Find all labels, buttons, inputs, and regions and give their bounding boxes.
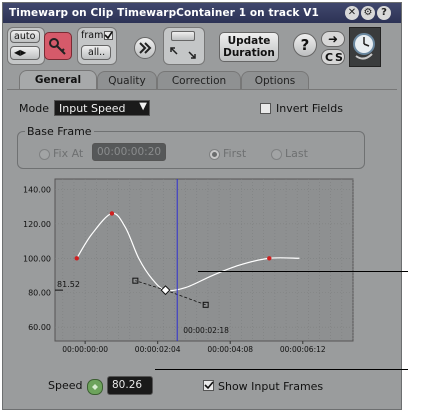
current-time-label: 00:00:02:18 <box>183 326 229 335</box>
step-forward-button[interactable] <box>134 37 156 59</box>
help-window-icon[interactable]: ? <box>377 6 391 20</box>
speed-field[interactable]: 80.26 <box>107 376 153 395</box>
update-label: Update <box>227 35 271 47</box>
x-tick-label: 00:00:06:12 <box>280 345 326 354</box>
tab-correction-label: Correction <box>171 75 227 87</box>
frame-panel: frame all.. <box>77 27 117 65</box>
set-keyframe-button[interactable] <box>44 32 72 60</box>
frame-checkbox[interactable] <box>104 31 113 40</box>
c-s-label: S <box>335 51 343 64</box>
view-panel <box>163 27 205 65</box>
tab-quality[interactable]: Quality <box>97 71 157 89</box>
x-tick-label: 00:00:00:00 <box>62 345 108 354</box>
tab-options-label: Options <box>254 75 296 87</box>
tab-options[interactable]: Options <box>241 71 309 89</box>
duration-label: Duration <box>223 47 275 59</box>
close-window-icon[interactable]: ✕ <box>345 6 359 20</box>
fast-forward-icon <box>139 42 152 54</box>
base-frame-label: Base Frame <box>25 125 94 138</box>
invert-fields-checkbox[interactable] <box>260 103 271 114</box>
prev-next-keyframe-button[interactable]: ◀▶ <box>10 46 40 60</box>
x-tick-label: 00:00:02:04 <box>135 345 181 354</box>
exit-arrow-icon: ➜ <box>328 32 339 46</box>
timewarp-clock-logo <box>349 27 381 67</box>
keyframe-indicator-icon <box>92 384 98 390</box>
auto-panel: auto ◀▶ <box>7 27 45 65</box>
tab-general-label: General <box>34 74 82 86</box>
y-tick-label: 60.00 <box>28 323 51 332</box>
exit-button[interactable]: ➜ <box>321 31 345 47</box>
y-tick-label: 120.00 <box>23 220 51 229</box>
auto-label: auto <box>14 31 36 42</box>
tab-divider <box>7 89 397 90</box>
mode-select[interactable]: Input Speed ▼ <box>54 100 150 116</box>
keyframe-arrows-icon: ◀▶ <box>14 48 27 57</box>
check-icon <box>104 31 113 40</box>
c-s-button[interactable]: C S <box>321 49 345 65</box>
first-radio[interactable] <box>209 149 220 160</box>
update-duration-button[interactable]: Update Duration <box>219 32 279 62</box>
invert-fields-label: Invert Fields <box>276 102 343 115</box>
all-button[interactable]: all.. <box>81 45 111 60</box>
keyframe-point <box>267 256 272 261</box>
timewarp-curve-graph[interactable]: 140.00 120.00 100.00 80.00 60.00 00:00:00:00 0… <box>13 175 357 355</box>
fix-at-timecode-field[interactable]: 00:00:00:20 <box>92 143 166 161</box>
first-label: First <box>223 147 247 160</box>
keyframe-point <box>109 211 115 216</box>
last-radio[interactable] <box>271 149 282 160</box>
speed-keyframe-toggle[interactable] <box>87 379 103 395</box>
check-icon <box>204 381 214 390</box>
clock-icon <box>353 33 375 60</box>
fix-at-timecode-value: 00:00:00:20 <box>97 146 162 158</box>
settings-icon[interactable]: ⚙ <box>361 6 375 20</box>
title-bar[interactable]: Timewarp on Clip TimewarpContainer 1 on … <box>3 3 401 23</box>
key-icon <box>49 38 66 55</box>
mode-select-value: Input Speed <box>59 102 126 115</box>
show-input-frames-checkbox[interactable] <box>203 380 214 391</box>
fix-at-label: Fix At <box>53 147 84 160</box>
x-tick-label: 00:00:04:08 <box>207 345 253 354</box>
callout-line-speed <box>155 369 408 370</box>
tab-general[interactable]: General <box>19 70 97 90</box>
tab-correction[interactable]: Correction <box>157 71 241 89</box>
tab-quality-label: Quality <box>108 75 146 87</box>
chevron-down-icon: ▼ <box>139 101 147 112</box>
frame-view-button[interactable] <box>171 31 195 41</box>
y-tick-label: 140.00 <box>23 185 51 194</box>
all-label: all.. <box>88 47 106 58</box>
current-value-label: 81.52 <box>57 280 80 289</box>
timewarp-window: Timewarp on Clip TimewarpContainer 1 on … <box>2 2 402 410</box>
radio-selected-dot <box>212 152 217 157</box>
y-tick-label: 100.00 <box>23 254 51 263</box>
callout-line-graph <box>198 271 408 272</box>
c-icon: C <box>325 51 334 64</box>
last-label: Last <box>285 147 308 160</box>
expand-icon[interactable] <box>169 46 199 60</box>
speed-label: Speed <box>48 379 83 392</box>
speed-value: 80.26 <box>112 379 143 391</box>
y-tick-label: 80.00 <box>28 289 51 298</box>
fix-at-radio[interactable] <box>39 149 50 160</box>
keyframe-point <box>74 256 79 261</box>
mode-label: Mode <box>19 102 49 115</box>
help-button[interactable]: ? <box>293 33 317 57</box>
question-icon: ? <box>300 36 310 54</box>
show-input-frames-label: Show Input Frames <box>218 380 324 393</box>
auto-button[interactable]: auto <box>10 30 40 43</box>
window-title: Timewarp on Clip TimewarpContainer 1 on … <box>9 7 319 19</box>
